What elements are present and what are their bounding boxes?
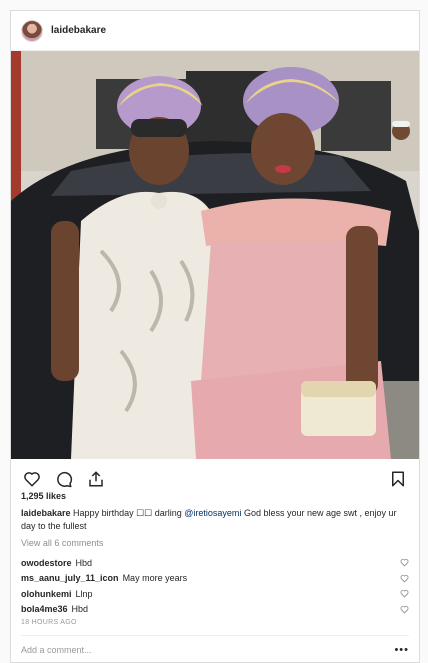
post-caption: laidebakare Happy birthday ☐☐ darling @i… xyxy=(21,507,407,532)
add-comment-input[interactable]: Add a comment... xyxy=(21,645,92,655)
share-icon[interactable] xyxy=(85,468,107,490)
heart-icon[interactable] xyxy=(399,589,409,599)
post-header: laidebakare xyxy=(11,11,419,51)
bookmark-icon[interactable] xyxy=(387,468,409,490)
comment-row: ms_aanu_july_11_icon May more years xyxy=(21,571,409,587)
comment-row: owodestore Hbd xyxy=(21,555,409,571)
view-all-comments-link[interactable]: View all 6 comments xyxy=(21,538,103,548)
comment-text: Hbd xyxy=(75,557,93,568)
comment-username[interactable]: ms_aanu_july_11_icon xyxy=(21,573,119,583)
heart-icon[interactable] xyxy=(399,604,409,614)
comment-icon[interactable] xyxy=(53,468,75,490)
caption-mention[interactable]: @iretiosayemi xyxy=(184,508,241,518)
more-options-icon[interactable]: ••• xyxy=(394,644,409,656)
comment-text: Hbd xyxy=(71,604,89,615)
post-username[interactable]: laidebakare xyxy=(51,25,106,36)
add-comment-row: Add a comment... ••• xyxy=(21,635,409,663)
comment-username[interactable]: owodestore xyxy=(21,558,72,568)
comment-text: May more years xyxy=(122,573,188,584)
post-actions xyxy=(21,467,409,491)
post-photo[interactable] xyxy=(11,51,419,459)
comment-username[interactable]: bola4me36 xyxy=(21,604,68,614)
comment-text: Llnp xyxy=(75,588,93,599)
heart-icon[interactable] xyxy=(21,468,43,490)
photo-illustration xyxy=(11,51,419,459)
caption-username[interactable]: laidebakare xyxy=(21,508,71,518)
comment-list: owodestore Hbd ms_aanu_july_11_icon May … xyxy=(21,555,409,617)
post-timestamp[interactable]: 18 HOURS AGO xyxy=(21,619,77,626)
likes-count[interactable]: 1,295 likes xyxy=(21,491,66,501)
caption-text-before: Happy birthday ☐☐ darling xyxy=(73,508,182,518)
heart-icon[interactable] xyxy=(399,558,409,568)
comment-row: olohunkemi Llnp xyxy=(21,586,409,602)
comment-username[interactable]: olohunkemi xyxy=(21,589,72,599)
avatar[interactable] xyxy=(21,19,43,42)
heart-icon[interactable] xyxy=(399,573,409,583)
comment-row: bola4me36 Hbd xyxy=(21,602,409,618)
instagram-post: laidebakare 1,295 likes laidebakare Happ… xyxy=(10,10,420,663)
